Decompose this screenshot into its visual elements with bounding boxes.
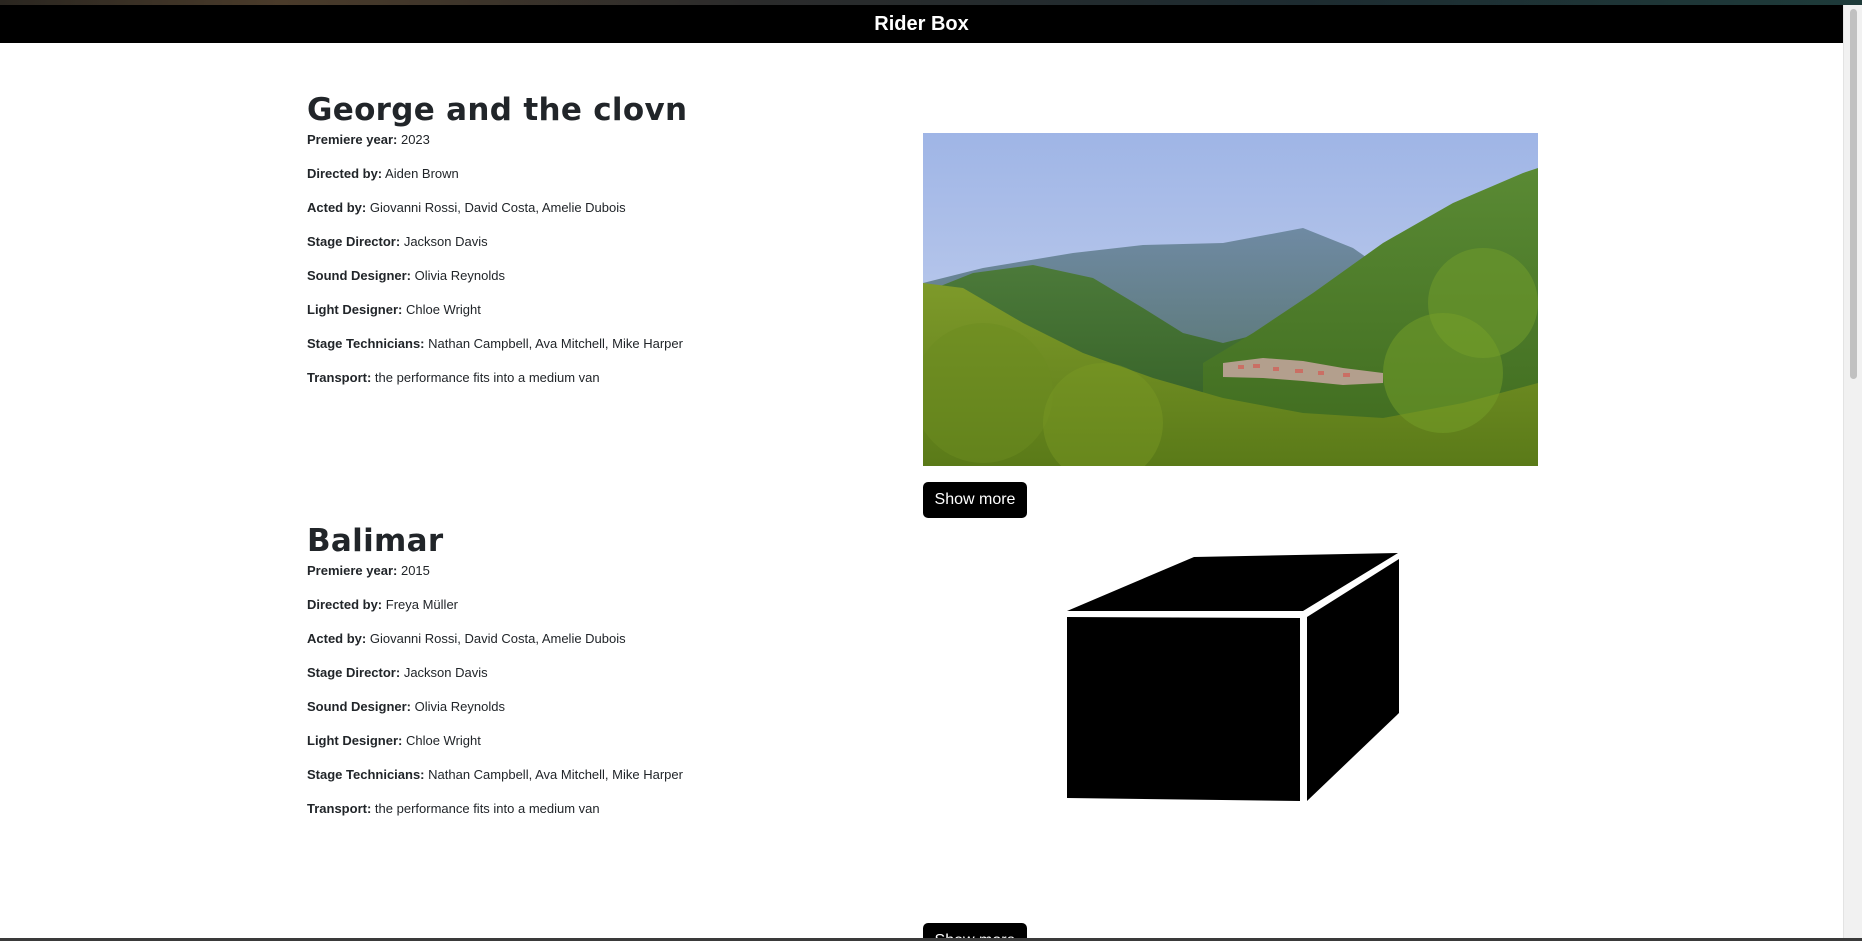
detail-value: the performance fits into a medium van bbox=[374, 801, 600, 816]
detail-premiere-year: Premiere year: 2023 bbox=[307, 130, 867, 164]
app-title: Rider Box bbox=[874, 12, 969, 35]
show-image-box bbox=[923, 521, 1538, 861]
box-image bbox=[1063, 552, 1403, 803]
detail-transport: Transport: the performance fits into a m… bbox=[307, 799, 867, 833]
detail-light-designer: Light Designer: Chloe Wright bbox=[307, 300, 867, 334]
detail-value: 2015 bbox=[400, 563, 430, 578]
detail-transport: Transport: the performance fits into a m… bbox=[307, 368, 867, 402]
detail-directed-by: Directed by: Aiden Brown bbox=[307, 164, 867, 198]
show-title: George and the clovn bbox=[307, 92, 688, 128]
detail-sound-designer: Sound Designer: Olivia Reynolds bbox=[307, 266, 867, 300]
detail-label: Premiere year: bbox=[307, 132, 398, 147]
detail-value: Giovanni Rossi, David Costa, Amelie Dubo… bbox=[369, 631, 626, 646]
detail-label: Acted by: bbox=[307, 200, 367, 215]
show-info: George and the clovn Premiere year: 2023… bbox=[307, 90, 867, 402]
detail-acted-by: Acted by: Giovanni Rossi, David Costa, A… bbox=[307, 629, 867, 663]
main-content: George and the clovn Premiere year: 2023… bbox=[0, 43, 1843, 938]
show-info: Balimar Premiere year: 2015 Directed by:… bbox=[307, 521, 867, 833]
detail-sound-designer: Sound Designer: Olivia Reynolds bbox=[307, 697, 867, 731]
detail-label: Stage Director: bbox=[307, 234, 401, 249]
detail-label: Sound Designer: bbox=[307, 268, 412, 283]
landscape-image bbox=[923, 133, 1538, 466]
detail-stage-director: Stage Director: Jackson Davis bbox=[307, 663, 867, 697]
detail-value: Nathan Campbell, Ava Mitchell, Mike Harp… bbox=[428, 336, 683, 351]
detail-label: Directed by: bbox=[307, 166, 383, 181]
detail-value: 2023 bbox=[400, 132, 430, 147]
scrollbar-thumb[interactable] bbox=[1850, 9, 1857, 379]
detail-value: Olivia Reynolds bbox=[414, 268, 505, 283]
detail-label: Sound Designer: bbox=[307, 699, 412, 714]
detail-value: Nathan Campbell, Ava Mitchell, Mike Harp… bbox=[428, 767, 683, 782]
detail-label: Stage Technicians: bbox=[307, 336, 425, 351]
detail-value: the performance fits into a medium van bbox=[374, 370, 600, 385]
detail-light-designer: Light Designer: Chloe Wright bbox=[307, 731, 867, 765]
detail-label: Transport: bbox=[307, 801, 372, 816]
detail-value: Chloe Wright bbox=[405, 302, 481, 317]
detail-label: Stage Technicians: bbox=[307, 767, 425, 782]
detail-directed-by: Directed by: Freya Müller bbox=[307, 595, 867, 629]
show-more-button[interactable]: Show more bbox=[923, 482, 1027, 518]
detail-stage-technicians: Stage Technicians: Nathan Campbell, Ava … bbox=[307, 334, 867, 368]
detail-stage-technicians: Stage Technicians: Nathan Campbell, Ava … bbox=[307, 765, 867, 799]
show-image-landscape bbox=[923, 133, 1538, 466]
show-more-button[interactable]: Show more bbox=[923, 923, 1027, 938]
detail-label: Light Designer: bbox=[307, 733, 403, 748]
detail-acted-by: Acted by: Giovanni Rossi, David Costa, A… bbox=[307, 198, 867, 232]
detail-value: Chloe Wright bbox=[405, 733, 481, 748]
detail-label: Stage Director: bbox=[307, 665, 401, 680]
detail-stage-director: Stage Director: Jackson Davis bbox=[307, 232, 867, 266]
vertical-scrollbar[interactable] bbox=[1843, 5, 1862, 938]
detail-label: Directed by: bbox=[307, 597, 383, 612]
detail-value: Freya Müller bbox=[385, 597, 459, 612]
detail-premiere-year: Premiere year: 2015 bbox=[307, 561, 867, 595]
show-title: Balimar bbox=[307, 523, 444, 559]
detail-value: Olivia Reynolds bbox=[414, 699, 505, 714]
detail-value: Jackson Davis bbox=[403, 665, 488, 680]
detail-label: Premiere year: bbox=[307, 563, 398, 578]
detail-label: Light Designer: bbox=[307, 302, 403, 317]
detail-label: Transport: bbox=[307, 370, 372, 385]
detail-label: Acted by: bbox=[307, 631, 367, 646]
app-header: Rider Box bbox=[0, 5, 1843, 43]
detail-value: Aiden Brown bbox=[385, 166, 459, 181]
detail-value: Giovanni Rossi, David Costa, Amelie Dubo… bbox=[369, 200, 626, 215]
detail-value: Jackson Davis bbox=[403, 234, 488, 249]
